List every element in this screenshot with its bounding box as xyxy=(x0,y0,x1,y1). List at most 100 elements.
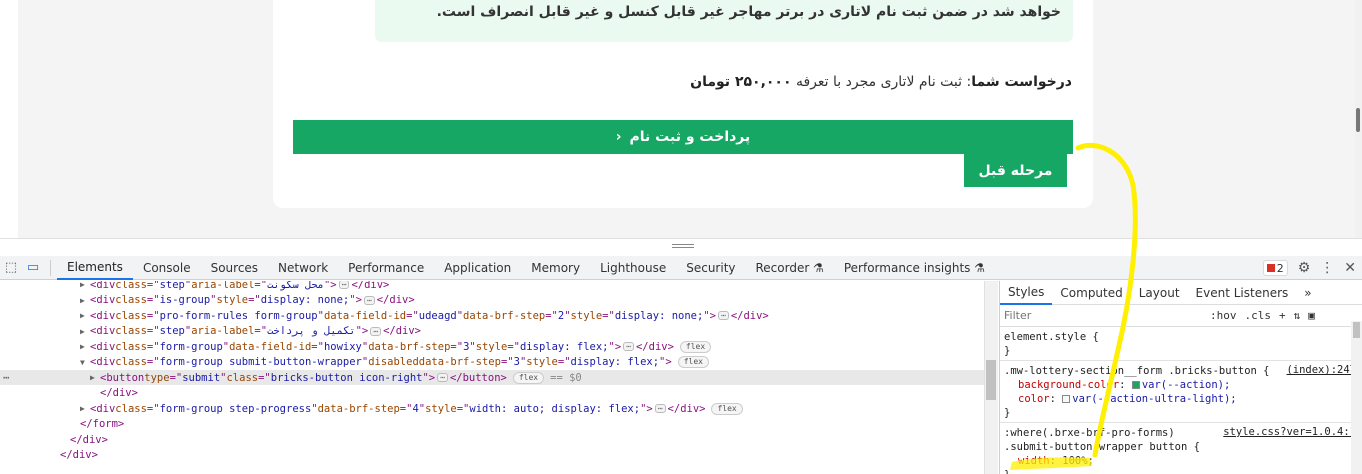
attr-name: class xyxy=(115,281,147,291)
filter-tools: :hov .cls + ⇅ ▣ xyxy=(1202,309,1315,322)
collapsed-children-ellipsis[interactable]: ⋯ xyxy=(717,311,729,320)
expand-triangle-icon[interactable]: ▶ xyxy=(80,404,90,413)
dom-node-row[interactable]: </div> xyxy=(0,448,984,463)
settings-gear-icon[interactable]: ⚙ xyxy=(1298,260,1311,276)
filter-tool-button[interactable]: :hov xyxy=(1210,309,1237,322)
css-declaration[interactable]: color: var(--action-ultra-light); xyxy=(1004,392,1358,406)
flex-badge[interactable]: flex xyxy=(711,402,743,415)
attr-eq: =" xyxy=(602,309,615,322)
css-declaration[interactable]: width: 100%; xyxy=(1004,454,1358,468)
styles-subtab[interactable]: Event Listeners xyxy=(1188,281,1297,305)
collapse-triangle-icon[interactable]: ▼ xyxy=(80,358,90,367)
attr-eq: =" xyxy=(254,325,268,337)
styles-filter-input[interactable] xyxy=(1004,306,1202,325)
dom-node-row[interactable]: ⋯ ▶ <button type =" submit " class =" bricks-bu… xyxy=(0,370,984,385)
color-swatch[interactable] xyxy=(1131,381,1140,389)
css-declaration[interactable]: background-color: var(--action); xyxy=(1004,378,1358,392)
attr-value: display: none; xyxy=(614,309,704,322)
expand-triangle-icon[interactable]: ▶ xyxy=(80,296,90,305)
styles-filter-bar: :hov .cls + ⇅ ▣ xyxy=(1000,305,1362,327)
styles-subtab[interactable]: Styles xyxy=(1000,281,1053,305)
flex-badge[interactable]: flex xyxy=(512,371,545,384)
pay-and-register-button[interactable]: پرداخت و ثبت نام ‹ xyxy=(293,120,1073,154)
devtools-tab[interactable]: Network xyxy=(268,256,338,280)
filter-tool-button[interactable]: .cls xyxy=(1245,309,1272,322)
dom-node-row[interactable]: ▶ <div class =" form-group " data-field-id ="… xyxy=(0,339,984,354)
dom-node-row[interactable]: </div> xyxy=(0,386,984,401)
rule-selector[interactable]: element.style { xyxy=(1004,330,1358,344)
rule-source-link[interactable]: (index):247 xyxy=(1286,364,1356,376)
devtools-tab[interactable]: Lighthouse xyxy=(590,256,676,280)
tag-open: <div xyxy=(90,356,116,368)
devtools-tab[interactable]: Application xyxy=(434,256,521,280)
close-icon[interactable]: ✕ xyxy=(1344,260,1356,276)
expand-triangle-icon[interactable]: ▶ xyxy=(80,311,90,320)
tag-close: </div> xyxy=(376,294,415,306)
dom-node-row[interactable]: ▶ <div class =" is-group " style =" display: n… xyxy=(0,293,984,308)
attr-value: pro-form-rules form-group xyxy=(159,309,318,322)
devtools-tab[interactable]: Security xyxy=(676,256,745,280)
filter-tool-button[interactable]: ▣ xyxy=(1308,309,1315,322)
color-swatch[interactable] xyxy=(1062,395,1071,403)
devtools-tab[interactable]: Memory xyxy=(521,256,590,280)
expand-triangle-icon[interactable]: ▶ xyxy=(80,342,90,351)
css-colon: : xyxy=(1049,455,1063,467)
dom-node-row[interactable]: </form> xyxy=(0,417,984,432)
issues-badge[interactable]: 2 xyxy=(1262,260,1288,276)
styles-scrollbar[interactable] xyxy=(1351,321,1362,474)
attr-eq: =" xyxy=(258,371,271,384)
devtools-tab[interactable]: Performance xyxy=(338,256,434,280)
dom-node-row[interactable]: ▶ <div class =" pro-form-rules form-group " … xyxy=(0,308,984,323)
dom-node-row[interactable]: ▶ <div class =" step " aria-label =" تکمیل و پ… xyxy=(0,324,984,339)
attr-name: style xyxy=(475,340,508,353)
filter-tool-button[interactable]: + xyxy=(1279,309,1286,322)
more-actions-icon[interactable]: ⋯ xyxy=(3,372,9,384)
devtools-tab[interactable]: Recorder ⚗ xyxy=(746,256,834,280)
attr-value: form-group submit-button-wrapper xyxy=(159,356,362,368)
attr-value: howixy xyxy=(323,340,362,353)
dom-node-row[interactable]: ▶ <div class =" step " aria-label =" محل سکونت… xyxy=(0,281,984,292)
collapsed-children-ellipsis[interactable]: ⋯ xyxy=(623,342,634,351)
flex-badge[interactable]: flex xyxy=(679,340,712,353)
styles-scrollbar-thumb[interactable] xyxy=(1353,322,1360,338)
styles-tabs: Styles Computed Layout Event Listeners» xyxy=(1000,281,1362,305)
previous-step-button[interactable]: مرحله قبل xyxy=(964,154,1067,187)
dom-node-row[interactable]: ▼ <div class =" form-group submit-button-wr… xyxy=(0,355,984,370)
expand-triangle-icon[interactable]: ▶ xyxy=(80,281,90,289)
attr-eq: =" xyxy=(399,402,413,415)
rule-selector[interactable]: .submit-button-wrapper button { xyxy=(1004,440,1358,454)
collapsed-children-ellipsis[interactable]: ⋯ xyxy=(654,404,666,413)
grip-icon[interactable] xyxy=(672,244,694,248)
styles-subtab[interactable]: » xyxy=(1296,281,1319,305)
collapsed-children-ellipsis[interactable]: ⋯ xyxy=(370,326,382,336)
rule-source-link[interactable]: style.css?ver=1.0.4:1 xyxy=(1223,426,1356,438)
styles-subtab[interactable]: Computed xyxy=(1052,281,1130,305)
flex-badge[interactable]: flex xyxy=(677,356,709,368)
devtools-tab[interactable]: Performance insights ⚗ xyxy=(834,256,995,280)
elements-tree[interactable]: ▶ <div class =" step " aria-label =" محل سکونت… xyxy=(0,281,998,474)
dom-node-row[interactable]: </div> xyxy=(0,432,984,447)
device-toolbar-icon[interactable]: ▭ xyxy=(22,257,44,279)
collapsed-children-ellipsis[interactable]: ⋯ xyxy=(437,373,448,382)
collapsed-children-ellipsis[interactable]: ⋯ xyxy=(338,281,350,289)
inspect-element-icon[interactable]: ⬚ xyxy=(0,257,22,279)
devtools-tab[interactable]: Sources xyxy=(201,256,268,280)
attr-value: display: none; xyxy=(260,294,350,306)
attr-name: aria-label xyxy=(191,325,255,337)
page-scrollbar-thumb[interactable] xyxy=(1356,108,1360,132)
expand-triangle-icon[interactable]: ▶ xyxy=(90,373,100,382)
attr-value: form-group xyxy=(159,340,223,353)
attr-value: form-group step-progress xyxy=(159,402,312,415)
devtools-tab[interactable]: Console xyxy=(133,256,201,280)
collapsed-children-ellipsis[interactable]: ⋯ xyxy=(363,295,375,305)
attr-name: data-brf-step xyxy=(418,356,501,368)
attr-name: class xyxy=(115,340,147,353)
devtools-tab[interactable]: Elements xyxy=(57,256,133,280)
more-options-icon[interactable]: ⋮ xyxy=(1320,260,1334,276)
dom-node-row[interactable]: ▶ <div class =" form-group step-progress " d… xyxy=(0,401,984,416)
tag-gt: > xyxy=(355,294,362,306)
expand-triangle-icon[interactable]: ▶ xyxy=(80,327,90,336)
styles-subtab[interactable]: Layout xyxy=(1131,281,1188,305)
filter-tool-button[interactable]: ⇅ xyxy=(1294,309,1301,322)
elements-scrollbar-thumb[interactable] xyxy=(986,360,996,400)
